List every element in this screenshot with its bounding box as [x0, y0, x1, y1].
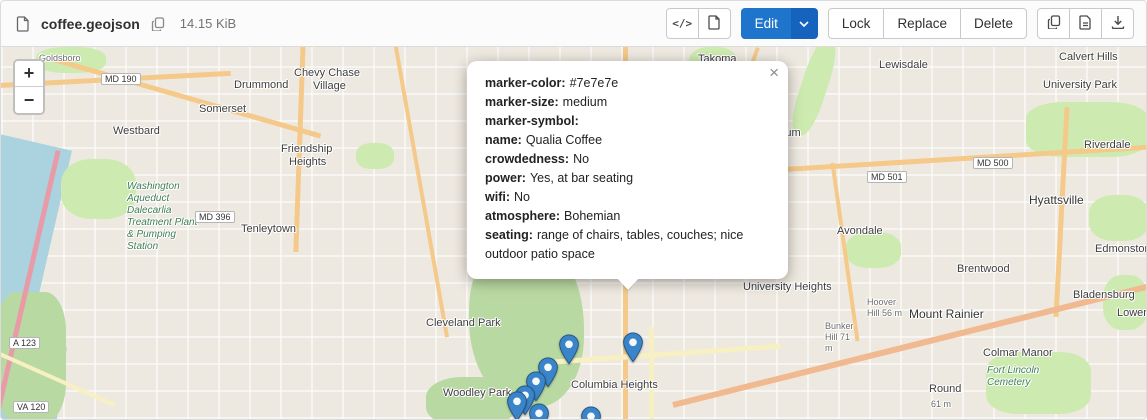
map-label: Tenleytown — [241, 223, 296, 235]
copy-contents-icon — [1047, 15, 1061, 32]
road — [51, 57, 322, 139]
map-label: University Heights — [743, 281, 832, 293]
route-shield: A 123 — [9, 337, 40, 349]
map-label: Lowende — [1117, 307, 1146, 319]
popup-row: seating:range of chairs, tables, couches… — [485, 226, 770, 264]
view-toggle-group: </> — [666, 8, 731, 39]
map-label: Calvert Hills — [1059, 51, 1118, 63]
park-area — [1089, 195, 1146, 241]
route-shield: MD 501 — [867, 171, 907, 183]
popup-close-icon[interactable]: × — [769, 64, 779, 81]
map-label: Lewisdale — [879, 59, 928, 71]
delete-button[interactable]: Delete — [960, 8, 1027, 39]
chevron-down-icon — [799, 16, 809, 31]
map-label: Woodley Park — [443, 387, 511, 399]
map-label: Westbard — [113, 125, 160, 137]
route-shield: MD 190 — [101, 73, 141, 85]
map-label: Washington Aqueduct Dalecarlia Treatment… — [127, 181, 201, 253]
map-label: Drummond — [234, 79, 288, 91]
zoom-in-button[interactable]: + — [15, 61, 43, 87]
popup-row: atmosphere:Bohemian — [485, 207, 770, 226]
map-label: Columbia Heights — [571, 379, 658, 391]
route-shield: MD 396 — [195, 211, 235, 223]
popup-row: marker-size:medium — [485, 93, 770, 112]
marker-pin[interactable] — [622, 332, 644, 363]
park-area — [786, 47, 842, 139]
header-actions: </> Edit Lock Replace D — [666, 8, 1134, 39]
copy-contents-button[interactable] — [1037, 8, 1070, 39]
map-label: Village — [313, 80, 346, 92]
map-label: Chevy Chase — [294, 67, 360, 79]
display-source-button[interactable]: </> — [666, 8, 699, 39]
map-label: Hyattsville — [1029, 193, 1084, 207]
popup-tail — [617, 278, 639, 290]
file-viewer: coffee.geojson 14.15 KiB </> Edit — [0, 0, 1147, 420]
download-button[interactable] — [1101, 8, 1134, 39]
file-size: 14.15 KiB — [180, 16, 236, 31]
popup-row: wifi:No — [485, 188, 770, 207]
park-area — [846, 232, 901, 268]
download-icon — [1111, 15, 1125, 32]
map-label: University Park — [1043, 79, 1117, 91]
park-area — [1103, 275, 1146, 330]
map-label: Bladensburg — [1073, 289, 1135, 301]
route-shield: MD 500 — [973, 157, 1013, 169]
map-label: Heights — [289, 156, 326, 168]
copy-file-path-icon[interactable] — [148, 14, 168, 34]
edit-dropdown-button[interactable] — [791, 8, 818, 39]
edit-button[interactable]: Edit — [741, 8, 792, 39]
rendered-file-icon — [708, 15, 721, 33]
popup-row: name:Qualia Coffee — [485, 131, 770, 150]
zoom-out-button[interactable]: − — [15, 87, 43, 113]
map-label: Avondale — [837, 225, 883, 237]
raw-actions-group — [1037, 8, 1134, 39]
popup-row: marker-color:#7e7e7e — [485, 74, 770, 93]
marker-pin[interactable] — [528, 403, 550, 419]
park-area — [356, 143, 394, 169]
map-canvas[interactable]: Takoma Lewisdale Calvert Hills Universit… — [1, 47, 1146, 419]
file-icon — [13, 14, 33, 34]
park-area — [61, 159, 136, 219]
map-label: 61 m — [931, 399, 951, 409]
marker-pin[interactable] — [580, 406, 602, 419]
map-label: Fort Lincoln Cemetery — [987, 365, 1049, 389]
map-label: Colmar Manor — [983, 347, 1053, 359]
open-raw-button[interactable] — [1069, 8, 1102, 39]
map-label: Mount Rainier — [909, 307, 984, 321]
map-label: Brentwood — [957, 263, 1010, 275]
feature-popup: × marker-color:#7e7e7e marker-size:mediu… — [467, 61, 788, 279]
lock-button[interactable]: Lock — [828, 8, 885, 39]
map-label: Hoover Hill 56 m — [867, 297, 903, 319]
display-rendered-button[interactable] — [698, 8, 731, 39]
road — [649, 327, 654, 419]
road — [393, 47, 449, 337]
map-label: Riverdale — [1084, 139, 1130, 151]
map-label: Edmonston — [1095, 243, 1146, 255]
open-raw-icon — [1079, 15, 1092, 33]
file-name: coffee.geojson — [41, 16, 140, 32]
route-shield: VA 120 — [13, 401, 49, 413]
marker-pin[interactable] — [506, 391, 528, 419]
zoom-control: + − — [13, 59, 45, 115]
map-label: Bunker Hill 71 m — [825, 321, 857, 353]
popup-row: power:Yes, at bar seating — [485, 169, 770, 188]
marker-pin[interactable] — [558, 334, 580, 365]
file-header: coffee.geojson 14.15 KiB </> Edit — [1, 1, 1146, 47]
map-label: Somerset — [199, 103, 246, 115]
map-label: Round — [929, 383, 961, 395]
replace-button[interactable]: Replace — [883, 8, 961, 39]
popup-row: marker-symbol: — [485, 112, 770, 131]
edit-split-button: Edit — [741, 8, 818, 39]
code-icon: </> — [672, 17, 692, 30]
map-label: Goldsboro — [39, 53, 81, 63]
popup-row: crowdedness:No — [485, 150, 770, 169]
file-actions-group: Lock Replace Delete — [828, 8, 1027, 39]
map-label: Cleveland Park — [426, 317, 501, 329]
map-label: Friendship — [281, 143, 332, 155]
